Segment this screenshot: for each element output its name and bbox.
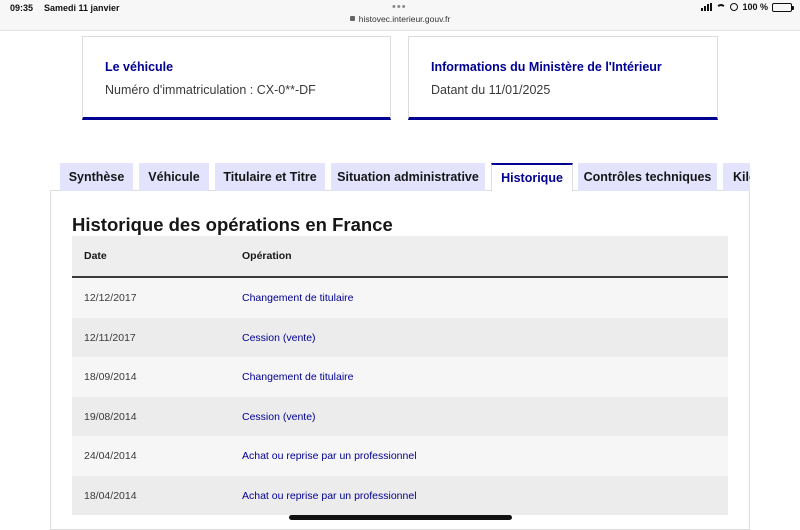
ministry-card-title: Informations du Ministère de l'Intérieur: [431, 60, 662, 74]
tab-situation-administrative[interactable]: Situation administrative: [331, 163, 485, 191]
operations-table: Date Opération 12/12/2017 Changement de …: [72, 236, 728, 515]
more-dots-icon[interactable]: •••: [392, 1, 407, 13]
row-operation-link[interactable]: Cession (vente): [242, 411, 316, 423]
table-row: 24/04/2014 Achat ou reprise par un profe…: [72, 436, 728, 476]
row-date: 18/09/2014: [84, 371, 137, 383]
tab-vehicule[interactable]: Véhicule: [139, 163, 209, 191]
url-text: histovec.interieur.gouv.fr: [358, 14, 451, 24]
data-date: Datant du 11/01/2025: [431, 83, 551, 97]
ministry-card: Informations du Ministère de l'Intérieur…: [408, 36, 718, 120]
wifi-icon: [716, 3, 727, 11]
vehicle-card: Le véhicule Numéro d'immatriculation : C…: [82, 36, 391, 120]
row-operation-link[interactable]: Cession (vente): [242, 332, 316, 344]
home-indicator[interactable]: [289, 515, 512, 520]
tab-bar: Synthèse Véhicule Titulaire et Titre Sit…: [60, 163, 750, 191]
status-bar: 09:35 Samedi 11 janvier ••• histovec.int…: [0, 0, 800, 31]
table-row: 18/04/2014 Achat ou reprise par un profe…: [72, 475, 728, 515]
status-indicators: 100 %: [701, 2, 794, 12]
row-date: 12/12/2017: [84, 292, 137, 304]
row-operation-link[interactable]: Achat ou reprise par un professionnel: [242, 490, 417, 502]
battery-icon: [772, 2, 794, 12]
column-header-date: Date: [84, 250, 107, 262]
vehicle-card-title: Le véhicule: [105, 60, 174, 74]
tab-kilometrage[interactable]: Kilométrage: [723, 163, 750, 191]
lock-icon: [349, 16, 355, 21]
registration-number: Numéro d'immatriculation : CX-0**-DF: [105, 83, 316, 97]
rotation-lock-icon: [730, 3, 739, 11]
row-operation-link[interactable]: Changement de titulaire: [242, 371, 354, 383]
row-operation-link[interactable]: Changement de titulaire: [242, 292, 354, 304]
table-header: Date Opération: [72, 236, 728, 278]
table-row: 19/08/2014 Cession (vente): [72, 396, 728, 436]
row-date: 18/04/2014: [84, 489, 137, 502]
tab-titulaire[interactable]: Titulaire et Titre: [215, 163, 325, 191]
url-bar[interactable]: histovec.interieur.gouv.fr: [0, 14, 800, 24]
row-date: 12/11/2017: [84, 331, 136, 344]
table-row: 18/09/2014 Changement de titulaire: [72, 357, 728, 397]
row-date: 19/08/2014: [84, 410, 137, 423]
table-row: 12/11/2017 Cession (vente): [72, 317, 728, 357]
table-row: 12/12/2017 Changement de titulaire: [72, 278, 728, 318]
status-time: 09:35: [10, 3, 34, 13]
page-title: Historique des opérations en France: [72, 214, 393, 235]
battery-percent: 100 %: [742, 2, 768, 12]
row-operation-link[interactable]: Achat ou reprise par un professionnel: [242, 450, 417, 462]
tab-historique[interactable]: Historique: [491, 163, 573, 191]
status-date: Samedi 11 janvier: [44, 3, 120, 13]
row-date: 24/04/2014: [84, 450, 137, 462]
tab-synthese[interactable]: Synthèse: [60, 163, 133, 191]
tab-controles-techniques[interactable]: Contrôles techniques: [578, 163, 717, 191]
signal-icon: [701, 3, 713, 11]
column-header-operation: Opération: [242, 250, 292, 262]
